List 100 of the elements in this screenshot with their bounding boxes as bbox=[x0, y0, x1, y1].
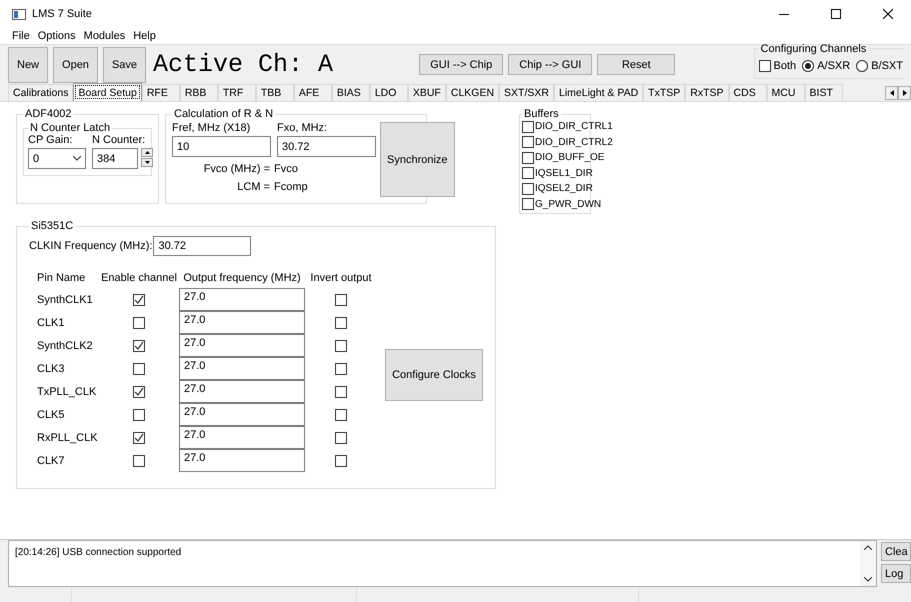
checkbox-label: IQSEL1_DIR bbox=[535, 168, 593, 179]
checkbox[interactable] bbox=[335, 454, 347, 466]
menu-item[interactable]: Modules bbox=[84, 30, 126, 42]
group-title: ADF4002 bbox=[24, 108, 72, 120]
column-header: Enable channel bbox=[100, 271, 178, 286]
frequency-field[interactable]: 27.0 bbox=[179, 426, 305, 449]
toolbar-button[interactable]: Open bbox=[53, 46, 98, 82]
radio-button[interactable] bbox=[802, 60, 814, 72]
tab[interactable]: TxTSP bbox=[643, 84, 686, 101]
tab[interactable]: AFE bbox=[294, 84, 332, 101]
dropdown[interactable]: 0 bbox=[28, 148, 86, 169]
field-label: N Counter: bbox=[92, 134, 146, 146]
checkbox[interactable] bbox=[758, 60, 771, 72]
field-label: Fvco (MHz) = bbox=[202, 163, 270, 175]
log-button[interactable]: Log bbox=[881, 564, 911, 583]
scroll-down-icon bbox=[864, 577, 872, 582]
pin-name: CLK7 bbox=[37, 454, 66, 468]
frequency-field[interactable]: 27.0 bbox=[179, 357, 305, 380]
tab[interactable]: Calibrations bbox=[8, 84, 74, 101]
frequency-field[interactable]: 27.0 bbox=[179, 288, 305, 311]
field-label: CLKIN Frequency (MHz): bbox=[29, 240, 152, 252]
checkbox[interactable] bbox=[133, 454, 145, 466]
tab[interactable]: CDS bbox=[728, 84, 767, 101]
menu-item[interactable]: Options bbox=[38, 30, 76, 42]
log-line: [20:14:26] USB connection supported bbox=[15, 547, 182, 558]
action-button[interactable]: GUI --> Chip bbox=[419, 54, 504, 75]
checkbox[interactable] bbox=[522, 198, 534, 210]
column-header: Output frequency (MHz) bbox=[182, 271, 302, 286]
tab[interactable]: BIAS bbox=[332, 84, 370, 101]
tab[interactable]: RxTSP bbox=[685, 84, 729, 101]
input-field[interactable]: 30.72 bbox=[277, 136, 376, 157]
toolbar-button[interactable]: New bbox=[8, 46, 48, 82]
checkbox[interactable] bbox=[522, 120, 534, 133]
column-header: Pin Name bbox=[37, 271, 86, 286]
checkbox[interactable] bbox=[133, 340, 145, 352]
configure-clocks-button[interactable]: Configure Clocks bbox=[385, 349, 483, 401]
tab[interactable]: Board Setup bbox=[73, 83, 142, 101]
checkbox-label: IQSEL2_DIR bbox=[535, 183, 593, 194]
triangle-left-icon bbox=[890, 90, 894, 96]
tab[interactable]: LDO bbox=[370, 84, 408, 101]
log-button[interactable]: Clea bbox=[881, 542, 911, 561]
checkbox[interactable] bbox=[522, 182, 534, 195]
frequency-field[interactable]: 27.0 bbox=[179, 311, 305, 334]
checkbox[interactable] bbox=[133, 408, 145, 420]
frequency-field[interactable]: 27.0 bbox=[179, 380, 305, 403]
field-label: CP Gain: bbox=[28, 134, 74, 146]
synchronize-button[interactable]: Synchronize bbox=[380, 122, 455, 197]
spin-down-button[interactable] bbox=[141, 158, 153, 167]
pin-name: RxPLL_CLK bbox=[37, 430, 99, 446]
checkbox[interactable] bbox=[335, 294, 347, 306]
checkbox[interactable] bbox=[335, 362, 347, 374]
number-field[interactable]: 384 bbox=[92, 148, 138, 169]
tab[interactable]: XBUF bbox=[408, 84, 446, 101]
frequency-field[interactable]: 27.0 bbox=[179, 334, 305, 357]
spin-up-button[interactable] bbox=[141, 148, 153, 157]
checkbox[interactable] bbox=[133, 432, 145, 444]
checkbox[interactable] bbox=[522, 136, 534, 148]
action-button[interactable]: Reset bbox=[597, 54, 676, 75]
tab[interactable]: BIST bbox=[804, 84, 843, 101]
checkbox[interactable] bbox=[133, 386, 145, 398]
checkbox[interactable] bbox=[133, 362, 145, 374]
checkbox[interactable] bbox=[133, 294, 145, 306]
tab[interactable]: SXT/SXR bbox=[499, 84, 554, 101]
field-label: Fref, MHz (X18) bbox=[172, 122, 252, 134]
checkbox[interactable] bbox=[335, 340, 347, 352]
tab[interactable]: MCU bbox=[766, 84, 805, 101]
group-title: Calculation of R & N bbox=[173, 108, 274, 120]
checkbox[interactable] bbox=[522, 152, 534, 164]
field-label: Fxo, MHz: bbox=[277, 122, 328, 134]
checkbox[interactable] bbox=[335, 316, 347, 328]
radio-label: A/SXR bbox=[817, 60, 850, 72]
menu-item[interactable]: File bbox=[12, 30, 30, 42]
radio-label: B/SXT bbox=[871, 60, 903, 72]
checkbox[interactable] bbox=[335, 432, 347, 444]
tab-scroll-left-button[interactable] bbox=[885, 86, 898, 100]
field-label: LCM = bbox=[236, 181, 270, 193]
active-channel-label: Active Ch: A bbox=[153, 50, 334, 79]
tab[interactable]: TBB bbox=[256, 84, 294, 101]
pin-name: CLK3 bbox=[37, 362, 66, 376]
frequency-field[interactable]: 27.0 bbox=[179, 449, 305, 472]
checkbox[interactable] bbox=[335, 408, 347, 420]
tab[interactable]: RBB bbox=[180, 84, 218, 101]
radio-button[interactable] bbox=[856, 60, 868, 72]
tab[interactable]: LimeLight & PAD bbox=[554, 84, 644, 101]
checkbox[interactable] bbox=[335, 386, 347, 398]
checkbox[interactable] bbox=[133, 316, 145, 328]
input-field[interactable]: 10 bbox=[172, 136, 271, 157]
input-field[interactable]: 30.72 bbox=[153, 236, 252, 256]
menu-item[interactable]: Help bbox=[133, 30, 156, 42]
tab[interactable]: CLKGEN bbox=[446, 84, 500, 101]
toolbar-button[interactable]: Save bbox=[102, 46, 146, 82]
checkbox[interactable] bbox=[522, 167, 534, 180]
frequency-field[interactable]: 27.0 bbox=[179, 403, 305, 426]
action-button[interactable]: Chip --> GUI bbox=[508, 54, 592, 75]
chevron-down-icon bbox=[73, 156, 81, 161]
triangle-up-icon bbox=[144, 151, 150, 154]
tab[interactable]: TRF bbox=[218, 84, 256, 101]
checkbox-label: DIO_BUFF_OE bbox=[535, 152, 604, 164]
tab-scroll-right-button[interactable] bbox=[898, 86, 911, 100]
tab[interactable]: RFE bbox=[142, 84, 180, 101]
